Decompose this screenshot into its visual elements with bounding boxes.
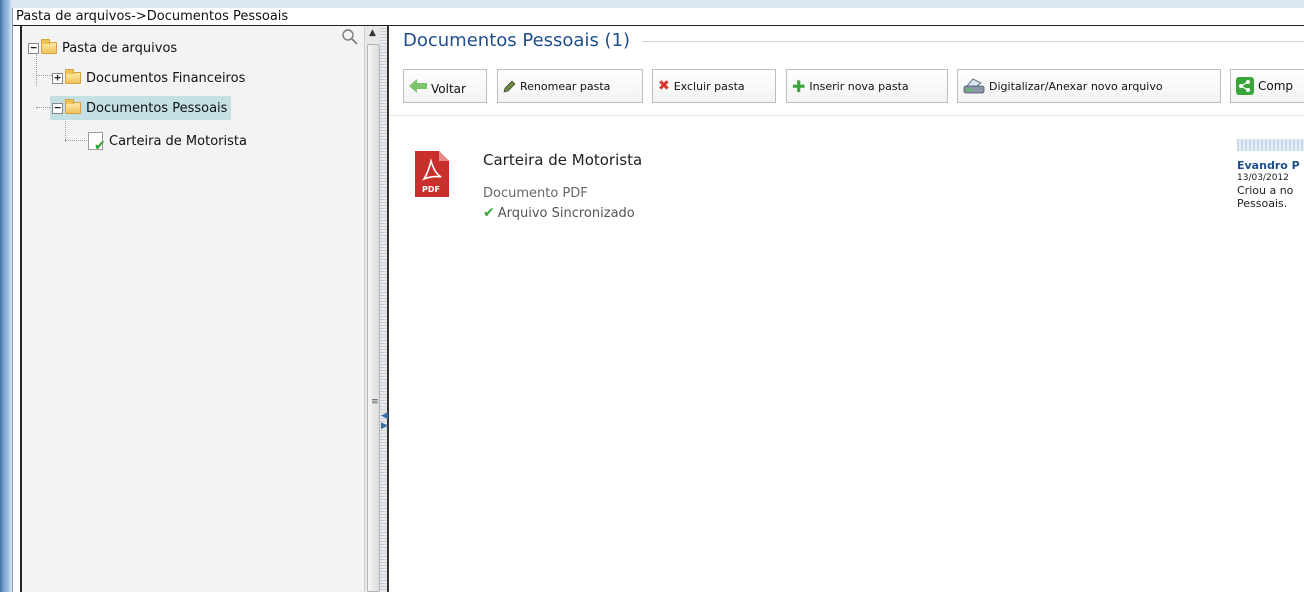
file-type: Documento PDF xyxy=(483,186,588,201)
share-label: Comp xyxy=(1258,79,1294,93)
delete-folder-label: Excluir pasta xyxy=(673,79,745,93)
tree-file-carteira[interactable]: ✔ Carteira de Motorista xyxy=(88,130,247,154)
share-icon xyxy=(1236,77,1254,95)
activity-header xyxy=(1237,139,1304,151)
back-label: Voltar xyxy=(431,82,466,96)
divider xyxy=(642,41,1304,42)
panel-header: Documentos Pessoais (1) xyxy=(403,30,1304,51)
folder-tree: − Pasta de arquivos + Documentos Finance… xyxy=(22,26,358,592)
pane-splitter[interactable]: ◀ ▶ xyxy=(380,26,389,592)
insert-folder-button[interactable]: ✚ Inserir nova pasta xyxy=(786,69,948,103)
activity-description-line2: Pessoais. xyxy=(1237,197,1288,210)
share-button[interactable]: Comp xyxy=(1230,69,1304,103)
check-icon: ✔ xyxy=(483,205,495,221)
rename-folder-label: Renomear pasta xyxy=(520,79,611,93)
scan-attach-label: Digitalizar/Anexar novo arquivo xyxy=(989,79,1163,93)
document-synced-icon: ✔ xyxy=(88,132,106,154)
pdf-icon-label: PDF xyxy=(422,185,440,194)
arrow-left-icon xyxy=(409,79,427,93)
expand-toggle[interactable]: + xyxy=(52,72,63,84)
insert-folder-label: Inserir nova pasta xyxy=(809,79,909,93)
plus-icon: ✚ xyxy=(792,76,806,96)
delete-folder-button[interactable]: ✖ Excluir pasta xyxy=(652,69,776,103)
pencil-icon xyxy=(503,80,516,93)
tree-item-label: Documentos Financeiros xyxy=(86,70,246,86)
tree-file-label: Carteira de Motorista xyxy=(109,133,247,149)
folder-icon xyxy=(41,39,57,54)
tree-item-label: Documentos Pessoais xyxy=(86,100,228,116)
pdf-file-icon: PDF xyxy=(415,151,449,197)
folder-icon xyxy=(65,69,81,84)
panel-title: Documentos Pessoais (1) xyxy=(403,30,631,51)
sync-status-label: Arquivo Sincronizado xyxy=(497,205,635,221)
tree-item-documentos-financeiros[interactable]: + Documentos Financeiros xyxy=(52,67,245,89)
file-list: PDF Carteira de Motorista Documento PDF … xyxy=(391,117,1304,592)
scanner-icon xyxy=(963,77,985,95)
grip-icon: ≡ xyxy=(371,397,379,407)
app-window: Pasta de arquivos->Documentos Pessoais −… xyxy=(12,8,1304,592)
toolbar: Voltar Renomear pasta ✖ Excluir pasta ✚ … xyxy=(391,62,1304,116)
sync-status: ✔ Arquivo Sincronizado xyxy=(483,205,635,221)
delete-x-icon: ✖ xyxy=(658,78,670,94)
tree-root[interactable]: − Pasta de arquivos xyxy=(28,37,177,59)
activity-panel: Evandro P 13/03/2012 Criou a no Pessoais… xyxy=(1237,139,1304,249)
content-pane: Documentos Pessoais (1) Voltar Renomear … xyxy=(391,26,1304,592)
tree-root-label: Pasta de arquivos xyxy=(62,40,178,56)
file-name[interactable]: Carteira de Motorista xyxy=(483,151,642,169)
tree-connector xyxy=(65,140,87,141)
breadcrumb: Pasta de arquivos->Documentos Pessoais xyxy=(13,8,1304,26)
activity-date: 13/03/2012 xyxy=(1237,173,1289,183)
scroll-up-icon[interactable]: ▲ xyxy=(369,28,376,38)
search-icon[interactable] xyxy=(341,28,359,46)
file-item-carteira-de-motorista[interactable]: PDF Carteira de Motorista Documento PDF … xyxy=(405,137,705,227)
tree-connector xyxy=(36,75,52,76)
scan-attach-button[interactable]: Digitalizar/Anexar novo arquivo xyxy=(957,69,1221,103)
folder-tree-pane: − Pasta de arquivos + Documentos Finance… xyxy=(20,26,382,592)
collapse-arrows-icon[interactable]: ◀ ▶ xyxy=(381,411,388,431)
collapse-toggle[interactable]: − xyxy=(28,42,39,54)
folder-icon xyxy=(65,99,81,114)
rename-folder-button[interactable]: Renomear pasta xyxy=(497,69,643,103)
tree-item-documentos-pessoais[interactable]: − Documentos Pessoais xyxy=(50,96,232,120)
collapse-toggle[interactable]: − xyxy=(52,102,63,114)
tree-connector xyxy=(65,118,66,142)
scrollbar-thumb[interactable]: ≡ xyxy=(367,44,380,592)
activity-user[interactable]: Evandro P xyxy=(1237,159,1304,172)
activity-description-line1: Criou a no xyxy=(1237,184,1294,197)
back-button[interactable]: Voltar xyxy=(403,69,487,103)
